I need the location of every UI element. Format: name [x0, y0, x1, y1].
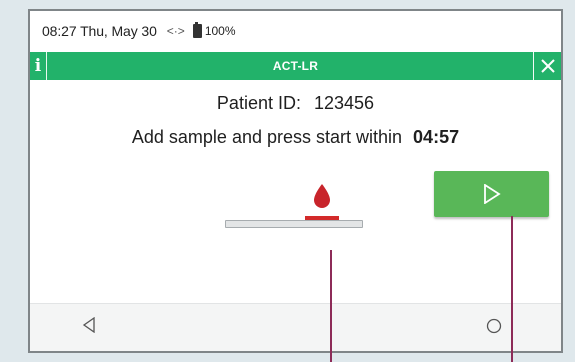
instruction-line: Add sample and press start within 04:57 [30, 127, 561, 148]
nav-home-icon[interactable] [486, 318, 502, 334]
countdown-timer: 04:57 [413, 127, 460, 147]
status-bar: 08:27 Thu, May 30 <·> 100% [30, 11, 561, 51]
test-strip [225, 220, 363, 228]
patient-id-value: 123456 [313, 93, 375, 113]
nav-back-icon[interactable] [82, 317, 96, 333]
callout-line-start-button [511, 216, 513, 362]
sample-graphic [225, 183, 365, 238]
status-time: 08:27 Thu, May 30 [42, 23, 157, 39]
battery-level: 100% [204, 24, 236, 38]
play-icon [483, 184, 501, 204]
title-bar: i ACT-LR [30, 52, 561, 80]
battery-icon [192, 22, 202, 38]
navigation-bar [30, 303, 561, 351]
callout-line-strip [330, 250, 332, 362]
patient-id-line: Patient ID: 123456 [30, 93, 561, 114]
test-title: ACT-LR [272, 59, 319, 73]
start-button[interactable] [434, 171, 549, 217]
blood-drop-icon [314, 184, 330, 208]
device-screen: 08:27 Thu, May 30 <·> 100% i ACT-LR Pati… [28, 9, 563, 353]
close-button[interactable] [534, 52, 561, 80]
close-icon [540, 59, 555, 73]
patient-id-label: Patient ID: [216, 93, 301, 113]
sync-icon: <·> [166, 24, 185, 38]
instruction-text: Add sample and press start within [131, 127, 403, 147]
